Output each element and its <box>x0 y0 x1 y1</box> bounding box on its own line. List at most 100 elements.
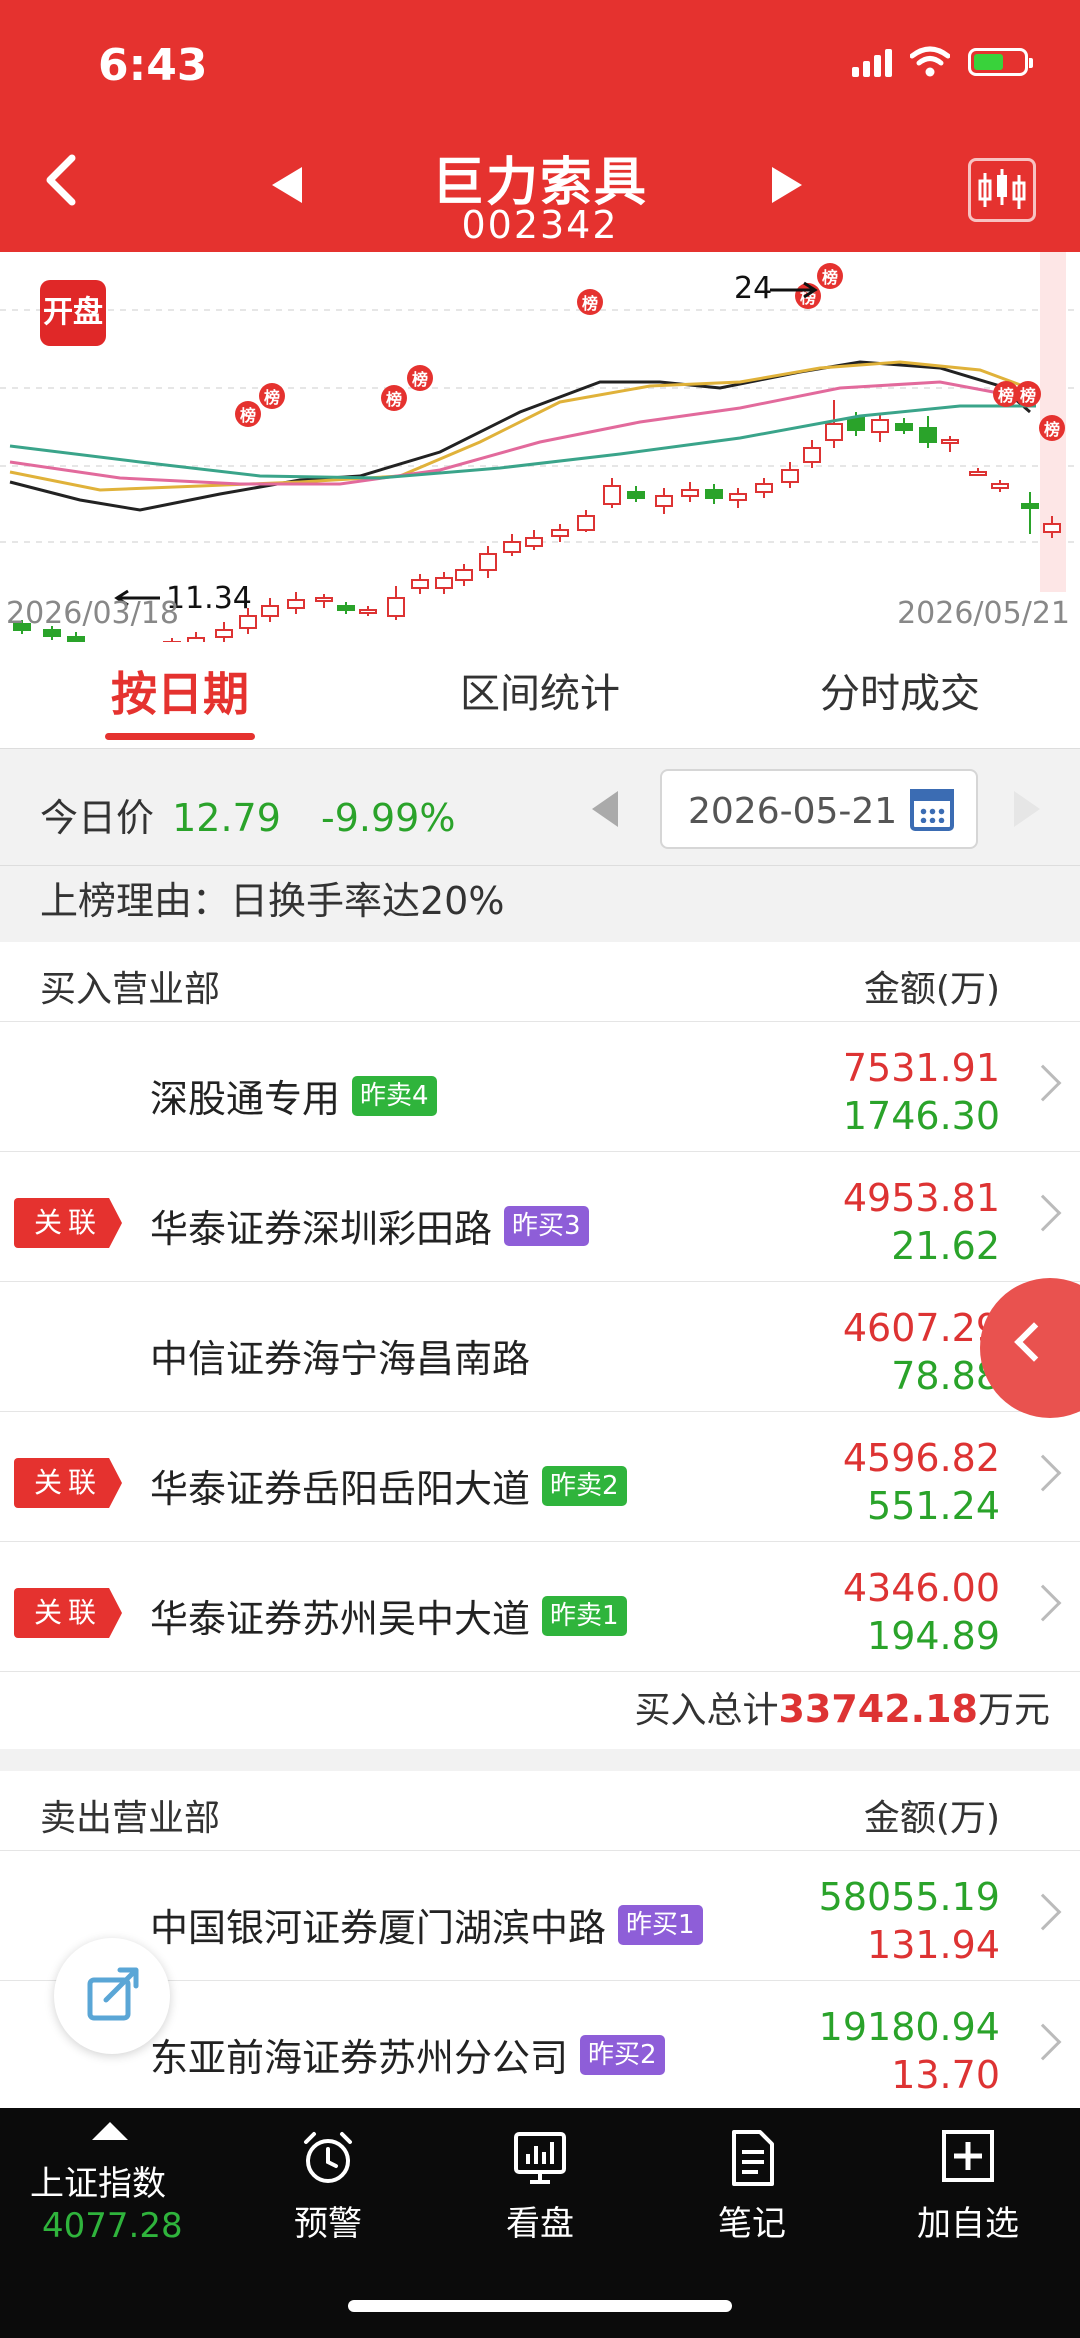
branch-name: 中信证券海宁海昌南路 <box>150 1337 531 1381</box>
tab-intraday-trades[interactable]: 分时成交 <box>720 642 1080 748</box>
branch-name: 深股通专用 <box>150 1077 341 1121</box>
index-value[interactable]: 4077.28 <box>42 2206 183 2246</box>
buy-row[interactable]: 中信证券海宁海昌南路 4607.29 78.88 <box>0 1282 1080 1412</box>
list-marker-label: 榜 <box>386 390 402 409</box>
history-badge: 昨买1 <box>618 1904 703 1945</box>
next-stock-icon[interactable] <box>770 165 806 205</box>
history-badge: 昨买2 <box>580 2034 665 2075</box>
today-price: 今日价 12.79 -9.99% <box>40 787 455 842</box>
share-icon <box>87 1967 139 2021</box>
candle-body <box>847 417 865 431</box>
buy-branch: 华泰证券苏州吴中大道 昨卖1 <box>150 1588 627 1643</box>
related-tag: 关联 <box>14 1588 122 1638</box>
kline-toggle-button[interactable] <box>968 158 1036 222</box>
nav-watch[interactable]: 看盘 <box>440 2128 640 2245</box>
buy-branch: 华泰证券深圳彩田路 昨买3 <box>150 1198 589 1253</box>
candle-body <box>315 597 333 602</box>
candle-body <box>871 419 889 433</box>
buy-amount-primary: 4596.82 <box>842 1436 1000 1480</box>
kline-svg: 榜榜 榜榜榜 榜榜榜 榜榜2411.34 <box>0 252 1080 642</box>
next-date-icon[interactable] <box>1014 791 1040 827</box>
note-icon <box>732 2130 774 2186</box>
tab-by-date[interactable]: 按日期 <box>0 642 360 748</box>
open-badge: 开盘 <box>40 280 106 346</box>
chart-end-date: 2026/05/21 <box>897 596 1070 631</box>
list-marker-label: 榜 <box>1044 420 1060 439</box>
list-marker-label: 榜 <box>998 386 1014 405</box>
buy-row[interactable]: 关联 华泰证券苏州吴中大道 昨卖1 4346.00 194.89 <box>0 1542 1080 1672</box>
tab-range-stats[interactable]: 区间统计 <box>360 642 720 748</box>
alarm-clock-icon <box>304 2132 352 2183</box>
sell-header-label: 卖出营业部 <box>40 1798 221 1839</box>
index-name[interactable]: 上证指数 <box>30 2156 166 2205</box>
sell-amount-primary: 58055.19 <box>818 1875 1000 1919</box>
candle-body <box>655 495 673 507</box>
date-value: 2026-05-21 <box>688 791 898 832</box>
buy-branch: 深股通专用 昨卖4 <box>150 1068 437 1123</box>
prev-date-icon[interactable] <box>592 791 618 827</box>
candle-body <box>1043 523 1061 533</box>
chevron-right-icon <box>1024 1064 1062 1102</box>
price-bar: 今日价 12.79 -9.99% 2026-05-21 <box>0 748 1080 866</box>
nav-notes[interactable]: 笔记 <box>652 2128 852 2245</box>
buy-branch: 华泰证券岳阳岳阳大道 昨卖2 <box>150 1458 627 1513</box>
monitor-icon <box>514 2132 566 2184</box>
candle-body <box>755 483 773 493</box>
signal-icon <box>852 47 892 77</box>
list-reason: 上榜理由：日换手率达20% <box>0 866 1080 942</box>
list-marker-label: 榜 <box>264 388 280 407</box>
candle-body <box>919 427 937 443</box>
kline-chart[interactable]: 榜榜榜榜榜榜榜榜榜榜 24 11.34 开盘 2026/03/18 2026/05/… <box>0 252 1080 642</box>
buy-amount-primary: 7531.91 <box>842 1046 1000 1090</box>
tab-bar: 按日期 区间统计 分时成交 <box>0 642 1080 748</box>
candle-body <box>705 489 723 499</box>
date-picker[interactable]: 2026-05-21 <box>660 769 978 849</box>
branch-name: 华泰证券深圳彩田路 <box>150 1207 493 1251</box>
candlestick-icon <box>978 169 1026 209</box>
bottom-nav: 上证指数 4077.28 预警 看盘 笔记 加自选 <box>0 2108 1080 2338</box>
candle-body <box>337 605 355 611</box>
candle-body <box>603 485 621 505</box>
buy-total-label: 买入总计 <box>634 1690 779 1731</box>
candle-body <box>435 577 453 589</box>
buy-row[interactable]: 深股通专用 昨卖4 7531.91 1746.30 <box>0 1022 1080 1152</box>
nav-alert-label: 预警 <box>294 2204 362 2244</box>
buy-branch: 中信证券海宁海昌南路 <box>150 1328 530 1383</box>
buy-amount-secondary: 21.62 <box>891 1224 1000 1268</box>
candle-body <box>479 553 497 571</box>
buy-row[interactable]: 关联 华泰证券深圳彩田路 昨买3 4953.81 21.62 <box>0 1152 1080 1282</box>
calendar-icon <box>910 789 954 831</box>
candle-body <box>261 605 279 617</box>
list-marker-label: 榜 <box>1020 386 1036 405</box>
buy-total: 买入总计33742.18万元 <box>0 1673 1080 1749</box>
candle-body <box>941 439 959 444</box>
chevron-right-icon <box>1024 1194 1062 1232</box>
nav-add-watchlist[interactable]: 加自选 <box>868 2128 1068 2245</box>
expand-up-icon[interactable] <box>92 2122 128 2140</box>
buy-total-unit: 万元 <box>977 1690 1050 1731</box>
candle-body <box>577 515 595 531</box>
high-annotation: 24 <box>734 271 772 306</box>
candle-body <box>359 609 377 614</box>
candle-body <box>681 489 699 497</box>
share-button[interactable] <box>54 1938 170 2054</box>
sell-amount-primary: 19180.94 <box>818 2005 1000 2049</box>
candle-body <box>503 541 521 553</box>
candle-body <box>969 471 987 476</box>
related-tag: 关联 <box>14 1458 122 1508</box>
candle-body <box>895 423 913 431</box>
stock-code: 002342 <box>461 203 619 247</box>
candle-body <box>781 469 799 483</box>
sell-branch: 东亚前海证券苏州分公司 昨买2 <box>150 2027 665 2082</box>
chevron-right-icon <box>1024 2023 1062 2061</box>
buy-row[interactable]: 关联 华泰证券岳阳岳阳大道 昨卖2 4596.82 551.24 <box>0 1412 1080 1542</box>
nav-watch-label: 看盘 <box>506 2204 574 2244</box>
nav-alert[interactable]: 预警 <box>228 2128 428 2245</box>
buy-total-value: 33742.18 <box>778 1687 978 1731</box>
candle-body <box>239 615 257 629</box>
today-price-label: 今日价 <box>40 796 155 840</box>
candle-body <box>411 579 429 589</box>
status-time: 6:43 <box>98 40 208 91</box>
buy-section-header: 买入营业部 金额(万) <box>0 942 1080 1022</box>
list-marker-label: 榜 <box>240 406 256 425</box>
